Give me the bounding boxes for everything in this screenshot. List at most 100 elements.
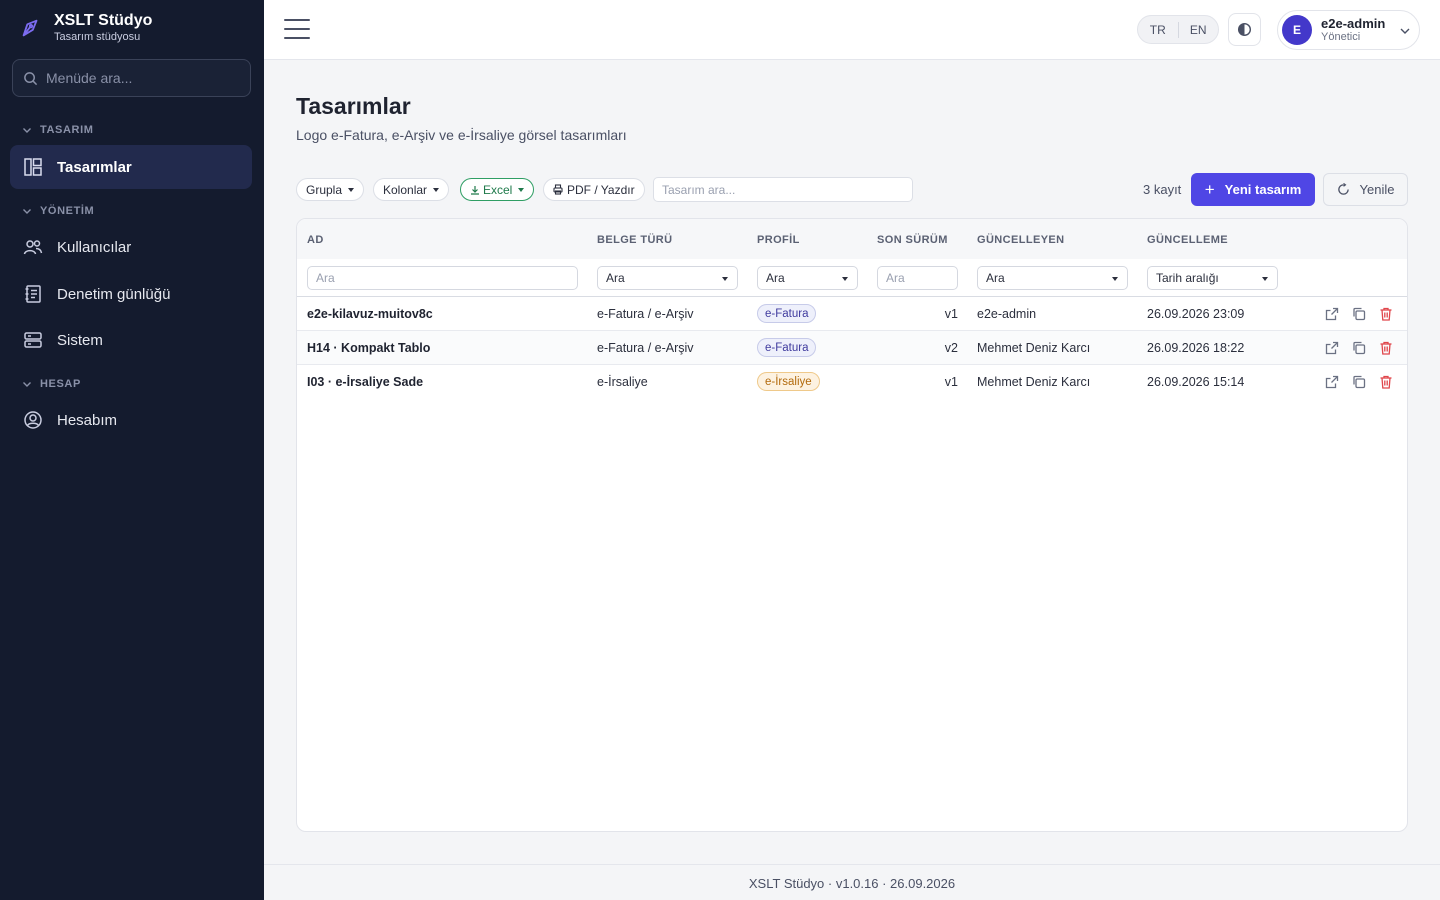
chevron-down-icon: [23, 382, 31, 387]
delete-icon[interactable]: [1378, 340, 1394, 356]
cell-doc-type: e-İrsaliye: [597, 375, 648, 389]
open-external-icon[interactable]: [1324, 306, 1340, 322]
pen-logo-icon: [22, 19, 38, 37]
row-actions: [1324, 340, 1405, 356]
open-external-icon[interactable]: [1324, 340, 1340, 356]
download-icon: [471, 185, 479, 195]
col-header-profile[interactable]: PROFİL: [757, 234, 800, 246]
audit-log-icon: [25, 285, 41, 303]
open-external-icon[interactable]: [1324, 374, 1340, 390]
profile-badge: e-Fatura: [757, 338, 817, 357]
cell-name[interactable]: H14 · Kompakt Tablo: [307, 341, 430, 355]
date-range-filter-select[interactable]: Tarih aralığı: [1147, 266, 1278, 290]
section-hesap[interactable]: HESAP: [22, 378, 81, 390]
group-button[interactable]: Grupla: [296, 178, 365, 201]
duplicate-icon[interactable]: [1351, 374, 1367, 390]
user-role: Yönetici: [1321, 30, 1361, 43]
brand[interactable]: XSLT Stüdyo Tasarım stüdyosu: [0, 0, 264, 56]
profile-badge: e-Fatura: [757, 304, 817, 323]
user-name: e2e-admin: [1321, 15, 1386, 31]
language-switcher: TR EN: [1137, 15, 1219, 44]
sidebar: XSLT Stüdyo Tasarım stüdyosu TASARIM Tas…: [0, 0, 264, 900]
sidebar-item-tasarimlar[interactable]: Tasarımlar: [10, 145, 252, 189]
updated-by-filter-select[interactable]: Ara: [977, 266, 1128, 290]
record-count: 3 kayıt: [1143, 182, 1182, 197]
col-header-updated-at[interactable]: GÜNCELLEME: [1147, 234, 1228, 246]
chevron-down-icon: [23, 128, 31, 133]
cell-updated-by: Mehmet Deniz Karcı: [977, 375, 1091, 389]
cell-doc-type: e-Fatura / e-Arşiv: [597, 341, 694, 355]
cell-updated-by: Mehmet Deniz Karcı: [977, 341, 1091, 355]
contrast-icon: [1237, 22, 1252, 37]
sidebar-item-label: Hesabım: [57, 411, 118, 429]
users-icon: [23, 240, 43, 255]
col-header-version[interactable]: SON SÜRÜM: [877, 234, 948, 246]
col-header-updated-by[interactable]: GÜNCELLEYEN: [977, 234, 1065, 246]
page-title: Tasarımlar: [296, 93, 411, 119]
lang-en[interactable]: EN: [1179, 23, 1219, 37]
version-filter-input[interactable]: [877, 266, 958, 290]
caret-down-icon: [722, 277, 728, 281]
footer: XSLT Stüdyo · v1.0.16 · 26.09.2026: [264, 864, 1440, 900]
caret-down-icon: [348, 187, 355, 192]
table-header: AD BELGE TÜRÜ PROFİL SON SÜRÜM GÜNCELLEY…: [297, 219, 1407, 259]
pdf-print-button[interactable]: PDF / Yazdır: [543, 178, 645, 201]
doc-type-filter-select[interactable]: Ara: [597, 266, 738, 290]
cell-updated-by: e2e-admin: [977, 307, 1037, 321]
sidebar-item-label: Sistem: [57, 331, 103, 349]
cell-name[interactable]: e2e-kilavuz-muitov8c: [307, 307, 433, 321]
col-header-doc-type[interactable]: BELGE TÜRÜ: [597, 234, 673, 246]
row-actions: [1324, 374, 1405, 390]
section-yonetim[interactable]: YÖNETİM: [22, 205, 94, 217]
sidebar-item-label: Denetim günlüğü: [57, 285, 171, 303]
plus-icon: +: [1204, 179, 1215, 199]
caret-down-icon: [433, 187, 440, 192]
profile-badge: e-İrsaliye: [757, 372, 820, 391]
delete-icon[interactable]: [1378, 306, 1394, 322]
cell-name[interactable]: I03 · e-İrsaliye Sade: [307, 375, 423, 389]
profile-filter-select[interactable]: Ara: [757, 266, 858, 290]
cell-updated-at: 26.09.2026 18:22: [1147, 341, 1245, 355]
lang-tr[interactable]: TR: [1138, 23, 1178, 37]
sidebar-item-kullanicilar[interactable]: Kullanıcılar: [10, 225, 252, 269]
delete-icon[interactable]: [1378, 374, 1394, 390]
col-header-name[interactable]: AD: [307, 234, 324, 246]
caret-down-icon: [1112, 277, 1118, 281]
excel-export-button[interactable]: Excel: [460, 178, 535, 201]
user-menu[interactable]: E e2e-admin Yönetici: [1277, 10, 1420, 50]
designs-table: AD BELGE TÜRÜ PROFİL SON SÜRÜM GÜNCELLEY…: [296, 218, 1408, 832]
section-tasarim[interactable]: TASARIM: [22, 124, 94, 136]
columns-button[interactable]: Kolonlar: [373, 178, 450, 201]
caret-down-icon: [518, 187, 525, 192]
layout-icon: [24, 158, 42, 176]
brand-title: XSLT Stüdyo: [54, 12, 153, 29]
search-icon: [24, 71, 38, 85]
table-row[interactable]: I03 · e-İrsaliye Sade e-İrsaliye e-İrsal…: [297, 365, 1407, 399]
caret-down-icon: [842, 277, 848, 281]
theme-toggle-button[interactable]: [1228, 13, 1261, 46]
refresh-button[interactable]: Yenile: [1323, 173, 1408, 206]
cell-version: v1: [944, 375, 958, 389]
menu-search-input[interactable]: [46, 70, 236, 86]
new-design-button[interactable]: + Yeni tasarım: [1191, 173, 1315, 206]
chevron-down-icon: [23, 209, 31, 214]
table-row[interactable]: H14 · Kompakt Tablo e-Fatura / e-Arşiv e…: [297, 331, 1407, 365]
sidebar-item-hesabim[interactable]: Hesabım: [10, 398, 252, 442]
sidebar-item-label: Kullanıcılar: [57, 238, 132, 256]
cell-updated-at: 26.09.2026 23:09: [1147, 307, 1245, 321]
sidebar-item-sistem[interactable]: Sistem: [10, 318, 252, 362]
cell-updated-at: 26.09.2026 15:14: [1147, 375, 1245, 389]
duplicate-icon[interactable]: [1351, 306, 1367, 322]
table-row[interactable]: e2e-kilavuz-muitov8c e-Fatura / e-Arşiv …: [297, 297, 1407, 331]
cell-doc-type: e-Fatura / e-Arşiv: [597, 307, 694, 321]
server-icon: [24, 332, 42, 348]
name-filter-input[interactable]: [307, 266, 578, 290]
duplicate-icon[interactable]: [1351, 340, 1367, 356]
design-search-input[interactable]: [653, 177, 913, 202]
top-header: TR EN E e2e-admin Yönetici: [264, 0, 1440, 60]
print-icon: [553, 184, 563, 195]
hamburger-menu-icon[interactable]: [284, 19, 310, 41]
caret-down-icon: [1262, 277, 1268, 281]
sidebar-item-denetim[interactable]: Denetim günlüğü: [10, 272, 252, 316]
menu-search[interactable]: [12, 59, 251, 97]
